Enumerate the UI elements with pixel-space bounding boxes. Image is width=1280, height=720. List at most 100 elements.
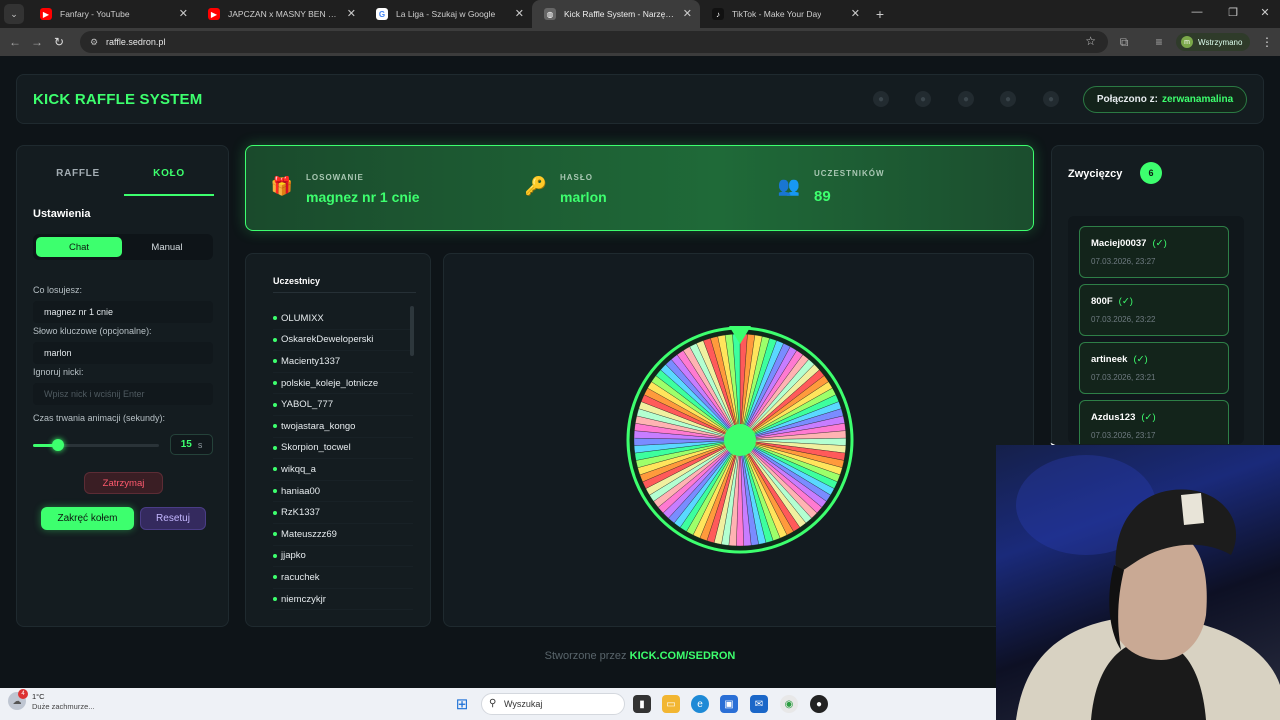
prize-input[interactable]: magnez nr 1 cnie <box>33 301 213 323</box>
close-icon[interactable]: ✕ <box>851 7 860 20</box>
ignore-input[interactable]: Wpisz nick i wciśnij Enter <box>33 383 213 405</box>
windows-start-icon[interactable]: ⊞ <box>454 696 470 713</box>
close-icon[interactable]: ✕ <box>683 7 692 20</box>
browser-tab-active[interactable]: ◍ Kick Raffle System - Narzędzie d ✕ <box>532 0 700 28</box>
chrome-icon[interactable]: ◉ <box>780 695 798 713</box>
store-icon[interactable]: ▣ <box>720 695 738 713</box>
status-dot-icon <box>273 510 277 515</box>
spin-wheel-button[interactable]: Zakręć kołem <box>41 507 134 530</box>
browser-tab[interactable]: ▶ JAPCZAN x MASNY BEN - SHA ✕ <box>196 0 364 28</box>
browser-tab[interactable]: ▶ Fanfary - YouTube ✕ <box>28 0 196 28</box>
browser-tab[interactable]: ♪ TikTok - Make Your Day ✕ <box>700 0 868 28</box>
participant-name: RzK1337 <box>281 507 321 519</box>
list-item: polskie_koleje_lotnicze <box>273 373 413 395</box>
settings-title: Ustawienia <box>33 208 91 220</box>
webcam-overlay <box>996 445 1280 720</box>
taskbar-search[interactable]: ⚲ Wyszukaj <box>481 693 625 715</box>
tab-search-icon[interactable]: ⌄ <box>4 4 24 24</box>
close-icon[interactable]: ✕ <box>347 7 356 20</box>
connection-status: Połączono z: zerwanamalina <box>1083 86 1247 113</box>
close-icon[interactable]: ✕ <box>179 7 188 20</box>
prize-label: Co losujesz: <box>33 285 83 295</box>
task-view-icon[interactable]: ▮ <box>633 695 651 713</box>
manual-mode-button[interactable]: Manual <box>124 237 210 257</box>
bookmark-star-icon[interactable]: ☆ <box>1085 34 1096 48</box>
winner-card[interactable]: Azdus123 (✓) 07.03.2026, 23:17 <box>1079 400 1229 444</box>
cloud-icon: ☁ 4 <box>8 689 28 710</box>
back-icon[interactable]: ← <box>4 31 26 53</box>
social-icon[interactable]: ● <box>1043 91 1059 107</box>
verified-check: (✓) <box>1118 296 1133 307</box>
chat-mode-button[interactable]: Chat <box>36 237 122 257</box>
winner-card[interactable]: artineek (✓) 07.03.2026, 23:21 <box>1079 342 1229 394</box>
extensions-icon[interactable]: ⧉ <box>1113 31 1135 53</box>
list-item: racuchek <box>273 567 413 589</box>
winner-name-text: 800F <box>1091 296 1113 307</box>
edge-icon[interactable]: e <box>691 695 709 713</box>
list-item: OLUMIXX <box>273 308 413 330</box>
footer-prefix: Stworzone przez <box>544 650 627 662</box>
duration-unit: s <box>197 439 203 450</box>
close-icon[interactable]: ✕ <box>515 7 524 20</box>
password-value: marlon <box>560 189 607 205</box>
maximize-icon[interactable]: ❐ <box>1224 6 1242 19</box>
close-window-icon[interactable]: ✕ <box>1256 6 1274 19</box>
winner-name: artineek (✓) <box>1091 354 1148 365</box>
google-icon: G <box>376 8 388 20</box>
winner-timestamp: 07.03.2026, 23:17 <box>1091 431 1156 440</box>
duration-slider[interactable] <box>33 439 159 451</box>
scrollbar[interactable] <box>410 306 414 356</box>
status-dot-icon <box>273 553 277 558</box>
duration-value: 15 <box>180 439 192 450</box>
keyword-input[interactable]: marlon <box>33 342 213 364</box>
winner-name: 800F (✓) <box>1091 296 1133 307</box>
verified-check: (✓) <box>1133 354 1148 365</box>
status-dot-icon <box>273 445 277 450</box>
reload-icon[interactable]: ↻ <box>48 31 70 53</box>
menu-icon[interactable]: ⋮ <box>1256 31 1278 53</box>
verified-check: (✓) <box>1141 412 1156 423</box>
forward-icon[interactable]: → <box>26 31 48 53</box>
new-tab-button[interactable]: + <box>868 3 892 25</box>
winner-card[interactable]: Maciej00037 (✓) 07.03.2026, 23:27 <box>1079 226 1229 278</box>
social-icon[interactable]: ● <box>915 91 931 107</box>
footer-link[interactable]: KICK.COM/SEDRON <box>630 650 736 662</box>
duration-field[interactable]: 15 s <box>170 434 213 455</box>
weather-widget[interactable]: ☁ 4 1°C Duże zachmurze... <box>8 689 95 712</box>
winner-card[interactable]: 800F (✓) 07.03.2026, 23:22 <box>1079 284 1229 336</box>
wheel-hub <box>724 424 756 456</box>
raffle-info-bar: 🎁 LOSOWANIE magnez nr 1 cnie 🔑 HASŁO mar… <box>245 145 1034 231</box>
browser-tab[interactable]: G La Liga - Szukaj w Google ✕ <box>364 0 532 28</box>
participants-list[interactable]: OLUMIXX OskarekDeweloperski Macienty1337 po… <box>273 308 413 613</box>
slider-thumb[interactable] <box>52 439 65 451</box>
tab-raffle[interactable]: RAFFLE <box>33 168 123 179</box>
stop-button[interactable]: Zatrzymaj <box>84 472 163 494</box>
participant-name: niemczykjr <box>281 593 326 605</box>
social-icon[interactable]: ● <box>873 91 889 107</box>
list-item: Macienty1337 <box>273 351 413 373</box>
participants-title: Uczestnicy <box>273 276 321 286</box>
app-icon[interactable]: ● <box>810 695 828 713</box>
list-item: niemczykjr <box>273 589 413 611</box>
brand-title: KICK RAFFLE SYSTEM <box>33 91 203 108</box>
profile-button[interactable]: m Wstrzymano <box>1176 33 1251 51</box>
social-icon[interactable]: ● <box>958 91 974 107</box>
site-info-icon[interactable]: ⚙ <box>88 36 100 48</box>
mail-icon[interactable]: ✉ <box>750 695 768 713</box>
file-explorer-icon[interactable]: ▭ <box>662 695 680 713</box>
tab-wheel[interactable]: KOŁO <box>124 168 214 179</box>
media-icon[interactable]: ≡ <box>1148 31 1170 53</box>
users-icon: 👥 <box>777 175 801 196</box>
draw-value: magnez nr 1 cnie <box>306 189 420 205</box>
winners-list[interactable]: Maciej00037 (✓) 07.03.2026, 23:27 800F (✓) 07… <box>1068 216 1244 444</box>
draw-label: LOSOWANIE <box>306 173 364 182</box>
participant-name: wikqq_a <box>281 463 316 475</box>
list-item: Skorpion_tocwel <box>273 438 413 460</box>
minimize-icon[interactable]: — <box>1188 6 1206 18</box>
reset-button[interactable]: Resetuj <box>140 507 206 530</box>
prize-wheel[interactable] <box>624 324 856 556</box>
address-bar[interactable]: ⚙ raffle.sedron.pl ☆ <box>80 31 1108 53</box>
list-item: jjapko <box>273 546 413 568</box>
social-icon[interactable]: ● <box>1000 91 1016 107</box>
status-dot-icon <box>273 489 277 494</box>
